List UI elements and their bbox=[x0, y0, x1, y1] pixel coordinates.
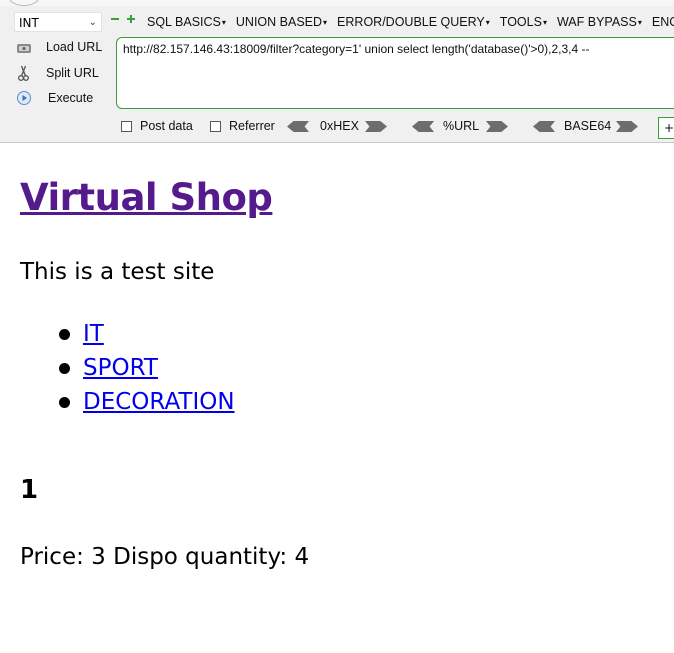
execute-label: Execute bbox=[48, 91, 94, 105]
menu-tools[interactable]: TOOLS bbox=[500, 12, 547, 32]
list-item: SPORT bbox=[20, 351, 235, 385]
plus-icon[interactable] bbox=[126, 14, 136, 24]
category-link-sport[interactable]: SPORT bbox=[83, 355, 158, 381]
product-details: Price: 3 Dispo quantity: 4 bbox=[20, 544, 310, 570]
scissors-icon bbox=[18, 65, 29, 81]
hex-encode-arrow-icon[interactable] bbox=[365, 121, 387, 132]
referrer-label: Referrer bbox=[229, 119, 275, 133]
url-input[interactable]: http://82.157.146.43:18009/filter?catego… bbox=[116, 37, 674, 109]
split-url-label: Split URL bbox=[46, 66, 99, 80]
site-tagline: This is a test site bbox=[20, 259, 215, 285]
menu-sql-basics[interactable]: SQL BASICS bbox=[147, 12, 226, 32]
play-icon bbox=[17, 91, 31, 105]
url-encode-label: %URL bbox=[443, 119, 480, 133]
post-data-checkbox[interactable] bbox=[121, 121, 132, 132]
load-url-icon bbox=[17, 44, 31, 53]
type-select-value: INT bbox=[19, 16, 39, 30]
load-url-label: Load URL bbox=[46, 40, 103, 54]
product-name: 1 bbox=[20, 475, 39, 505]
menu-union-based[interactable]: UNION BASED bbox=[236, 12, 327, 32]
site-title: Virtual Shop bbox=[20, 176, 273, 219]
url-encode-arrow-icon[interactable] bbox=[486, 121, 508, 132]
category-list: IT SPORT DECORATION bbox=[20, 317, 235, 419]
hackbar-menu: SQL BASICS UNION BASED ERROR/DOUBLE QUER… bbox=[147, 12, 674, 32]
bullet-icon bbox=[59, 363, 70, 374]
hackbar-options-row: Post data Referrer 0xHEX %URL BASE64 bbox=[0, 117, 674, 139]
hex-decode-arrow-icon[interactable] bbox=[287, 121, 309, 132]
bullet-icon bbox=[59, 329, 70, 340]
menu-waf-bypass[interactable]: WAF BYPASS bbox=[557, 12, 642, 32]
list-item: IT bbox=[20, 317, 235, 351]
menu-error-double-query[interactable]: ERROR/DOUBLE QUERY bbox=[337, 12, 490, 32]
add-button[interactable]: + bbox=[658, 117, 674, 139]
base64-encode-arrow-icon[interactable] bbox=[616, 121, 638, 132]
bullet-icon bbox=[59, 397, 70, 408]
window-top-edge bbox=[0, 0, 674, 6]
hex-label: 0xHEX bbox=[320, 119, 359, 133]
type-select[interactable]: INT ⌄ bbox=[14, 12, 102, 32]
base64-decode-arrow-icon[interactable] bbox=[533, 121, 555, 132]
menu-encoding[interactable]: ENCOD bbox=[652, 12, 674, 32]
url-decode-arrow-icon[interactable] bbox=[412, 121, 434, 132]
post-data-label: Post data bbox=[140, 119, 193, 133]
list-item: DECORATION bbox=[20, 385, 235, 419]
site-title-link[interactable]: Virtual Shop bbox=[20, 176, 273, 219]
referrer-checkbox[interactable] bbox=[210, 121, 221, 132]
chevron-down-icon: ⌄ bbox=[88, 17, 97, 28]
hackbar-panel: INT ⌄ SQL BASICS UNION BASED ERROR/DOUBL… bbox=[0, 0, 674, 143]
base64-label: BASE64 bbox=[564, 119, 612, 133]
category-link-decoration[interactable]: DECORATION bbox=[83, 389, 235, 415]
category-link-it[interactable]: IT bbox=[83, 321, 104, 347]
minus-icon[interactable] bbox=[110, 14, 120, 24]
